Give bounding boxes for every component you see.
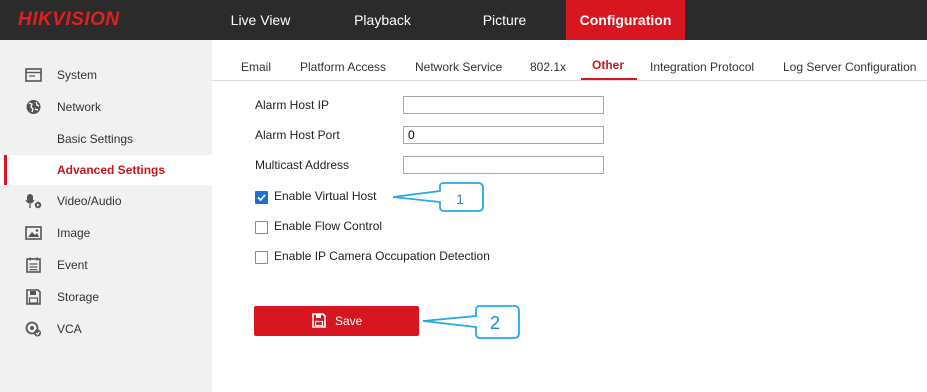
active-tab-underline [581,78,637,80]
vca-icon [25,321,41,337]
multicast-address-label: Multicast Address [255,158,350,172]
sidebar-item-label: System [57,68,98,82]
event-icon [26,257,41,273]
alarm-host-port-label: Alarm Host Port [255,128,340,142]
topnav-live-view[interactable]: Live View [213,0,308,40]
enable-ip-camera-occupation-checkbox[interactable] [255,251,268,264]
save-icon [312,313,326,328]
sidebar-item-storage[interactable]: Storage [0,282,212,312]
enable-ip-camera-occupation-label: Enable IP Camera Occupation Detection [274,249,490,263]
enable-flow-control-checkbox[interactable] [255,221,268,234]
tab-platform-access[interactable]: Platform Access [300,60,386,74]
topnav-playback[interactable]: Playback [335,0,430,40]
storage-icon [26,289,41,305]
image-icon [25,226,42,240]
tab-log-server-configuration[interactable]: Log Server Configuration [783,60,916,74]
tab-integration-protocol[interactable]: Integration Protocol [650,60,754,74]
tab-other[interactable]: Other [592,58,624,72]
callout-2-number: 2 [489,313,500,333]
enable-flow-control-label: Enable Flow Control [274,219,383,233]
checkmark-icon [257,194,266,202]
tab-network-service[interactable]: Network Service [415,60,502,74]
callout-2 [422,305,520,339]
enable-virtual-host-label: Enable Virtual Host [274,189,377,203]
sidebar-item-vca[interactable]: VCA [0,314,212,344]
active-indicator [4,155,7,185]
system-icon [25,68,42,82]
alarm-host-port-input[interactable] [403,126,604,144]
save-button-label: Save [335,314,363,328]
sidebar-item-advanced-settings[interactable]: Advanced Settings [0,155,212,185]
sidebar-item-label: Network [57,100,102,114]
sidebar-item-label: Video/Audio [57,194,122,208]
sidebar-item-label: Event [57,258,88,272]
video-audio-icon [25,194,42,209]
sidebar-item-label: Storage [57,290,100,304]
tab-email[interactable]: Email [241,60,271,74]
sidebar-item-basic-settings[interactable]: Basic Settings [0,124,212,154]
sidebar-item-label: Basic Settings [57,132,134,146]
enable-virtual-host-checkbox[interactable] [255,191,268,204]
hikvision-logo: HIKVISION [18,9,120,30]
callout-1-number: 1 [456,191,464,207]
sidebar-item-label: Advanced Settings [57,163,166,177]
sidebar: System Network Basic Settings Advanced S… [0,40,212,392]
top-navigation-bar: HIKVISION Live View Playback Picture Con… [0,0,927,40]
sidebar-item-system[interactable]: System [0,60,212,90]
globe-icon [26,100,41,114]
sidebar-item-label: Image [57,226,91,240]
sidebar-item-label: VCA [57,322,82,336]
multicast-address-input[interactable] [403,156,604,174]
sidebar-item-image[interactable]: Image [0,218,212,248]
sidebar-item-network[interactable]: Network [0,92,212,122]
sidebar-item-video-audio[interactable]: Video/Audio [0,186,212,216]
callout-1 [392,182,484,212]
alarm-host-ip-input[interactable] [403,96,604,114]
tab-802-1x[interactable]: 802.1x [530,60,566,74]
topnav-picture[interactable]: Picture [457,0,552,40]
sidebar-item-event[interactable]: Event [0,250,212,280]
alarm-host-ip-label: Alarm Host IP [255,98,330,112]
topnav-configuration[interactable]: Configuration [566,0,685,40]
save-button[interactable]: Save [254,306,419,336]
